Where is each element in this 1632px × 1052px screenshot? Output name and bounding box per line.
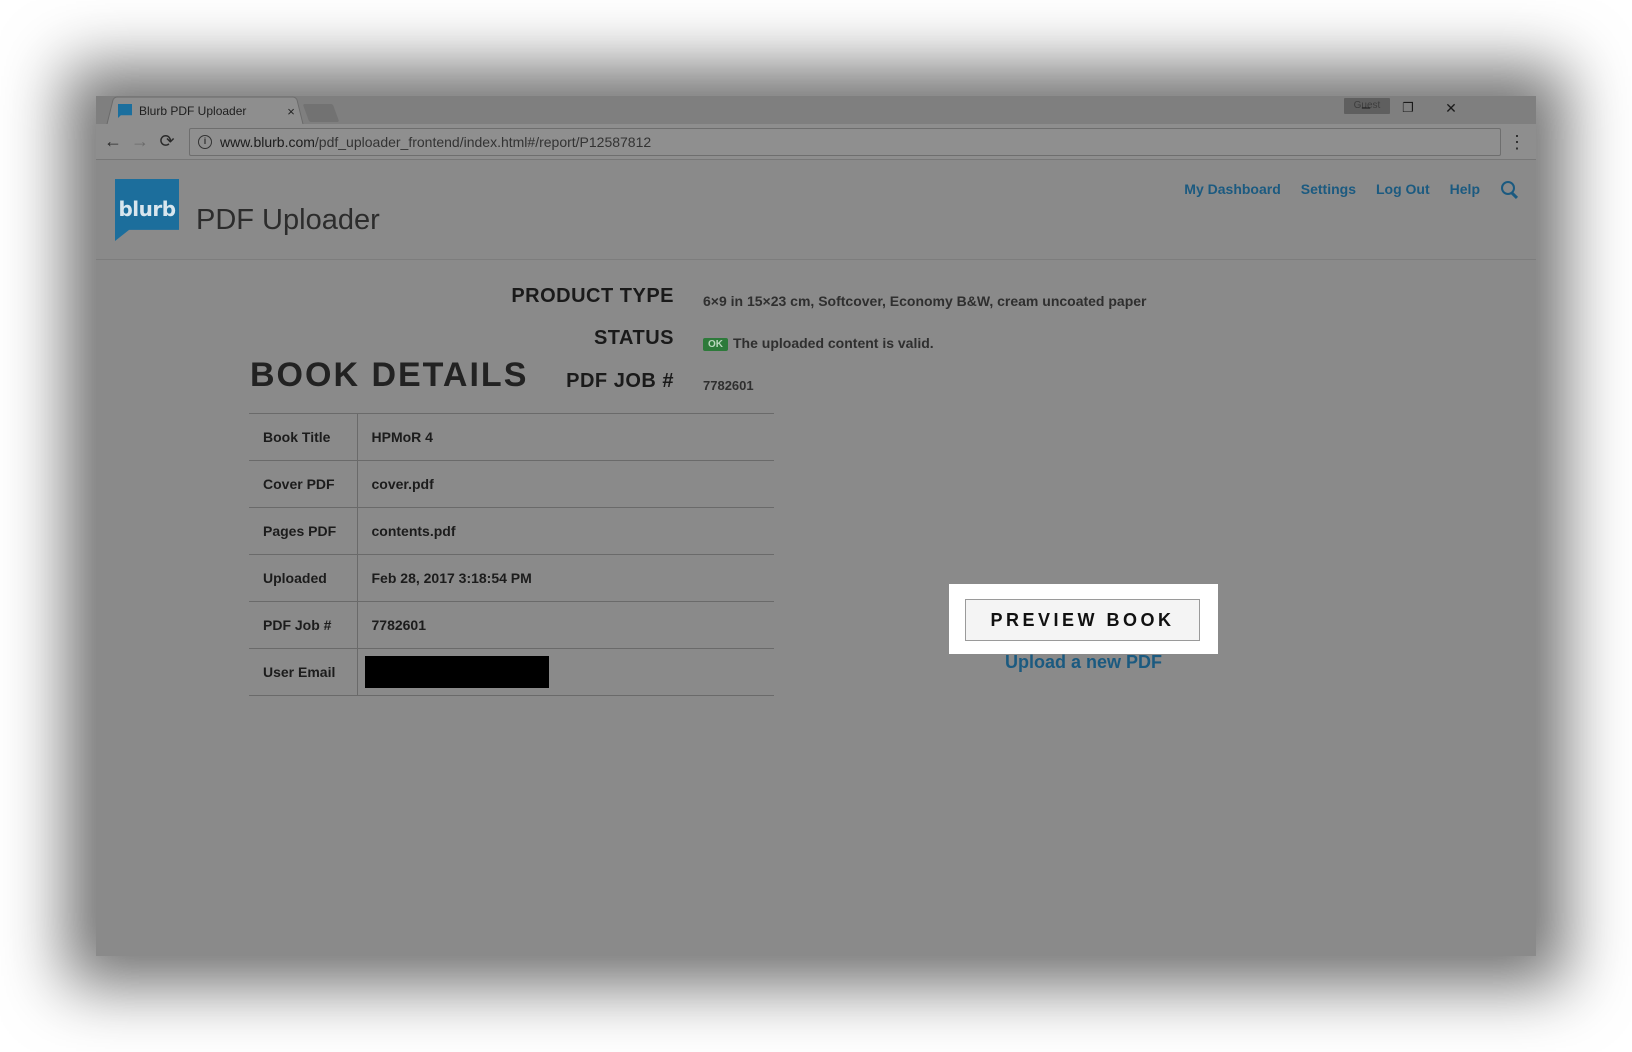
product-type-row: PRODUCT TYPE bbox=[96, 285, 674, 311]
status-row: STATUS bbox=[96, 327, 674, 353]
nav-settings[interactable]: Settings bbox=[1301, 181, 1356, 197]
tab-strip: Blurb PDF Uploader × Guest – ❐ ✕ bbox=[96, 96, 1536, 125]
upload-new-pdf-link[interactable]: Upload a new PDF bbox=[949, 652, 1218, 673]
blurb-logo[interactable]: blurb bbox=[115, 179, 179, 241]
table-row: Book Title HPMoR 4 bbox=[249, 413, 774, 461]
site-info-icon[interactable]: i bbox=[198, 135, 212, 149]
detail-key: User Email bbox=[249, 648, 358, 696]
logo-text: blurb bbox=[118, 197, 176, 221]
detail-key: Book Title bbox=[249, 413, 358, 461]
preview-book-button[interactable]: PREVIEW BOOK bbox=[965, 599, 1200, 641]
minimize-icon[interactable]: – bbox=[1351, 98, 1381, 118]
browser-window: Blurb PDF Uploader × Guest – ❐ ✕ ← → ⟳ i… bbox=[96, 96, 1536, 956]
detail-value: HPMoR 4 bbox=[371, 429, 433, 445]
nav-my-dashboard[interactable]: My Dashboard bbox=[1184, 181, 1280, 197]
back-arrow-icon[interactable]: ← bbox=[102, 130, 124, 152]
pdf-job-value: 7782601 bbox=[703, 378, 754, 393]
page-content: blurb PDF Uploader My Dashboard Settings… bbox=[96, 160, 1536, 956]
detail-key: PDF Job # bbox=[249, 601, 358, 649]
url-host: www.blurb.com bbox=[220, 134, 315, 150]
book-details-heading: BOOK DETAILS bbox=[250, 356, 529, 394]
status-label: STATUS bbox=[593, 327, 674, 349]
book-details-table: Book Title HPMoR 4 Cover PDF cover.pdf P… bbox=[249, 413, 774, 696]
blurb-favicon-icon bbox=[118, 104, 132, 118]
url-text: www.blurb.com/pdf_uploader_frontend/inde… bbox=[220, 134, 651, 150]
table-row: Cover PDF cover.pdf bbox=[249, 460, 774, 508]
detail-value: 7782601 bbox=[371, 617, 427, 633]
table-row: User Email bbox=[249, 648, 774, 696]
window-close-icon[interactable]: ✕ bbox=[1436, 98, 1466, 118]
table-row: PDF Job # 7782601 bbox=[249, 601, 774, 649]
detail-value: Feb 28, 2017 3:18:54 PM bbox=[371, 570, 532, 586]
detail-key: Uploaded bbox=[249, 554, 358, 602]
product-type-label: PRODUCT TYPE bbox=[511, 285, 674, 307]
status-text: The uploaded content is valid. bbox=[733, 335, 934, 351]
nav-log-out[interactable]: Log Out bbox=[1376, 181, 1430, 197]
app-title: PDF Uploader bbox=[196, 204, 380, 236]
preview-highlight: PREVIEW BOOK bbox=[949, 584, 1218, 654]
tab-title: Blurb PDF Uploader bbox=[139, 104, 247, 118]
product-type-value: 6×9 in 15×23 cm, Softcover, Economy B&W,… bbox=[703, 293, 1147, 309]
browser-tab[interactable]: Blurb PDF Uploader × bbox=[118, 102, 298, 120]
detail-key: Pages PDF bbox=[249, 507, 358, 555]
reload-icon[interactable]: ⟳ bbox=[156, 130, 178, 152]
table-row: Pages PDF contents.pdf bbox=[249, 507, 774, 555]
address-bar[interactable]: i www.blurb.com/pdf_uploader_frontend/in… bbox=[189, 128, 1501, 156]
status-ok-badge: OK bbox=[703, 337, 728, 351]
forward-arrow-icon[interactable]: → bbox=[129, 130, 151, 152]
detail-value: cover.pdf bbox=[371, 476, 434, 492]
status-value: OK The uploaded content is valid. bbox=[703, 335, 934, 351]
browser-toolbar: ← → ⟳ i www.blurb.com/pdf_uploader_front… bbox=[96, 124, 1536, 160]
restore-icon[interactable]: ❐ bbox=[1393, 98, 1423, 118]
detail-value: contents.pdf bbox=[371, 523, 456, 539]
site-header: blurb PDF Uploader My Dashboard Settings… bbox=[96, 160, 1536, 260]
pdf-job-label: PDF JOB # bbox=[566, 370, 674, 392]
browser-menu-icon[interactable]: ⋮ bbox=[1508, 132, 1526, 152]
tab-close-icon[interactable]: × bbox=[284, 104, 298, 119]
search-icon[interactable] bbox=[1500, 180, 1518, 198]
redacted-email-block bbox=[364, 656, 549, 688]
table-row: Uploaded Feb 28, 2017 3:18:54 PM bbox=[249, 554, 774, 602]
detail-value bbox=[357, 649, 774, 696]
top-nav: My Dashboard Settings Log Out Help bbox=[1164, 180, 1518, 198]
new-tab-button[interactable] bbox=[302, 104, 340, 122]
url-path: /pdf_uploader_frontend/index.html#/repor… bbox=[314, 134, 652, 150]
detail-key: Cover PDF bbox=[249, 460, 358, 508]
nav-help[interactable]: Help bbox=[1450, 181, 1480, 197]
